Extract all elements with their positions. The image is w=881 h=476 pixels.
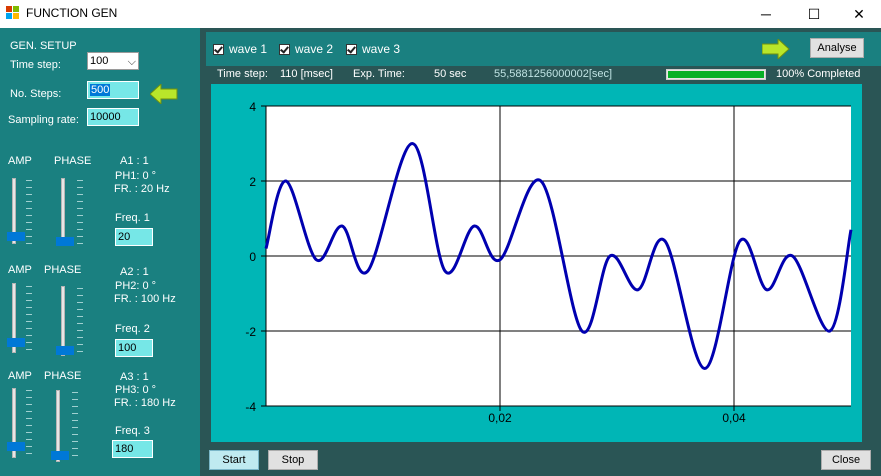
wave-1-checkbox[interactable]: wave 1 [213, 42, 267, 56]
checkbox-checked-icon [279, 43, 290, 55]
time-step-value: 100 [90, 55, 109, 67]
freq-value: 100 [118, 342, 137, 354]
setup-panel: GEN. SETUP Time step: 100 ⌵ No. Steps: 5… [0, 28, 200, 476]
slider-thumb[interactable] [7, 442, 25, 451]
wave-phase-info: PH2: 0 ° [115, 280, 157, 292]
wave-amp-info: A1 : 1 [120, 155, 149, 167]
phase-label: PHASE [44, 370, 82, 382]
freq-input[interactable]: 100 [115, 339, 153, 357]
steps-input[interactable]: 500 [87, 81, 139, 99]
slider-thumb[interactable] [7, 338, 25, 347]
progress-fill [668, 71, 764, 78]
window-title: FUNCTION GEN [26, 6, 118, 20]
start-button[interactable]: Start [209, 450, 259, 470]
wave-phase-info: PH1: 0 ° [115, 170, 157, 182]
wave-amp-info: A2 : 1 [120, 266, 149, 278]
slider-ticks [26, 286, 32, 352]
freq-label: Freq. 3 [115, 425, 150, 437]
time-step-select[interactable]: 100 ⌵ [87, 52, 139, 70]
slider-ticks [26, 390, 32, 456]
x-tick-label: 0,04 [722, 411, 746, 425]
slider-ticks [26, 180, 32, 244]
exp-time-label: Exp. Time: [353, 68, 405, 80]
freq-label: Freq. 2 [115, 323, 150, 335]
waveform-chart: 4 2 0 -2 -4 0,02 0,04 [245, 100, 853, 425]
status-time-step-label: Time step: [217, 68, 268, 80]
steps-value: 500 [90, 84, 111, 96]
y-tick-label: -2 [245, 325, 256, 339]
wave-3-checkbox[interactable]: wave 3 [346, 42, 400, 56]
app-icon [6, 6, 20, 20]
slider-ticks [72, 392, 78, 458]
time-step-label: Time step: [10, 59, 61, 71]
freq-value: 20 [118, 231, 131, 243]
slider-thumb[interactable] [56, 237, 74, 246]
wave-toolbar: wave 1 wave 2 wave 3 Analyse [206, 32, 881, 66]
title-bar: FUNCTION GEN ─ ☐ ✕ [0, 0, 881, 28]
checkbox-label: wave 3 [362, 42, 401, 56]
amp-slider[interactable] [7, 178, 25, 244]
arrow-right-icon [762, 39, 790, 59]
minimize-button[interactable]: ─ [743, 0, 789, 28]
elapsed-time: 55,5881256000002[sec] [494, 68, 613, 80]
amp-slider[interactable] [7, 388, 25, 458]
chart-area: 4 2 0 -2 -4 0,02 0,04 [211, 84, 862, 442]
amp-label: AMP [8, 264, 32, 276]
slider-thumb[interactable] [56, 346, 74, 355]
phase-slider[interactable] [56, 286, 74, 356]
slider-thumb[interactable] [51, 451, 69, 460]
slider-ticks [77, 288, 83, 354]
slider-thumb[interactable] [7, 232, 25, 241]
sampling-input[interactable]: 10000 [87, 108, 139, 126]
arrow-left-icon [150, 84, 178, 104]
amp-slider[interactable] [7, 283, 25, 353]
checkbox-checked-icon [213, 43, 224, 55]
y-tick-label: 4 [249, 100, 256, 114]
phase-label: PHASE [44, 264, 82, 276]
wave-freq-info: FR. : 180 Hz [114, 397, 176, 409]
checkbox-checked-icon [346, 43, 357, 55]
checkbox-label: wave 2 [295, 42, 334, 56]
wave-freq-info: FR. : 100 Hz [114, 293, 176, 305]
wave-2-checkbox[interactable]: wave 2 [279, 42, 333, 56]
chevron-down-icon: ⌵ [127, 56, 136, 68]
exp-time-value: 50 sec [434, 68, 467, 80]
steps-label: No. Steps: [10, 88, 62, 100]
progress-bar [666, 69, 766, 80]
amp-label: AMP [8, 155, 32, 167]
freq-value: 180 [115, 443, 134, 455]
close-window-button[interactable]: ✕ [836, 0, 881, 28]
close-button[interactable]: Close [821, 450, 871, 470]
phase-slider[interactable] [56, 178, 74, 246]
wave-phase-info: PH3: 0 ° [115, 384, 157, 396]
stop-button[interactable]: Stop [268, 450, 318, 470]
setup-heading: GEN. SETUP [10, 40, 77, 52]
slider-ticks [77, 180, 83, 244]
analyse-button[interactable]: Analyse [810, 38, 864, 58]
sampling-value: 10000 [90, 111, 121, 123]
freq-input[interactable]: 20 [115, 228, 153, 246]
amp-label: AMP [8, 370, 32, 382]
bottom-bar: Start Stop Close [206, 444, 881, 476]
status-time-step-value: 110 [msec] [280, 68, 333, 80]
freq-label: Freq. 1 [115, 212, 150, 224]
y-tick-label: 2 [249, 175, 256, 189]
wave-freq-info: FR. : 20 Hz [114, 183, 170, 195]
freq-input[interactable]: 180 [112, 440, 153, 458]
y-tick-label: 0 [249, 250, 256, 264]
progress-text: 100% Completed [776, 68, 861, 80]
phase-label: PHASE [54, 155, 92, 167]
slider-track [61, 178, 65, 246]
x-tick-label: 0,02 [488, 411, 512, 425]
maximize-button[interactable]: ☐ [791, 0, 837, 28]
wave-amp-info: A3 : 1 [120, 371, 149, 383]
checkbox-label: wave 1 [229, 42, 268, 56]
y-tick-label: -4 [245, 400, 256, 414]
phase-slider[interactable] [51, 390, 69, 462]
sampling-label: Sampling rate: [8, 114, 79, 126]
